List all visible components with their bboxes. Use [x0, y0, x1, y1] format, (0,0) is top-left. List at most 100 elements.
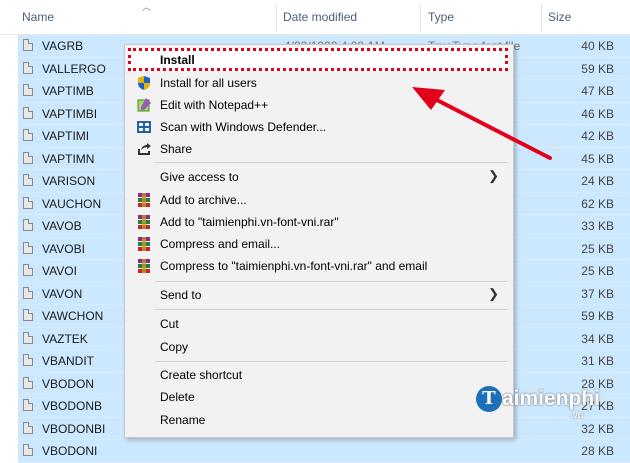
menu-item-add-to-archive[interactable]: Add to archive... [125, 189, 511, 211]
menu-item-label: Compress to "taimienphi.vn-font-vni.rar"… [160, 259, 428, 273]
menu-item-label: Share [160, 142, 193, 156]
file-size: 32 KB [581, 421, 614, 436]
annotation-arrow-icon [412, 87, 552, 160]
file-name: VAPTIMB [42, 84, 94, 98]
notepad-plus-icon [137, 98, 151, 112]
menu-item-create-shortcut[interactable]: Create shortcut [125, 364, 511, 386]
file-name: VBODONB [42, 399, 103, 413]
file-name: VBODON [42, 376, 95, 391]
winrar-icon [138, 193, 150, 207]
column-divider[interactable] [420, 4, 421, 32]
file-size: 45 KB [581, 151, 614, 166]
file-name: VAWCHON [42, 309, 104, 323]
menu-item-add-to-rar[interactable]: Add to "taimienphi.vn-font-vni.rar" [125, 211, 511, 233]
font-file-icon [23, 444, 33, 456]
column-divider[interactable] [541, 4, 542, 32]
file-size: 37 KB [581, 286, 614, 301]
chevron-right-icon: ❯ [488, 286, 499, 301]
watermark-logo-icon: T [476, 386, 502, 412]
uac-shield-icon [138, 76, 150, 90]
file-name: VAVOB [42, 219, 82, 233]
menu-separator [155, 281, 507, 282]
menu-item-label: Copy [160, 340, 189, 354]
column-header: ︿ Name Date modified Type Size [0, 0, 630, 35]
share-icon [138, 143, 151, 155]
sort-ascending-icon[interactable]: ︿ [142, 0, 151, 13]
menu-item-compress-email[interactable]: Compress and email... [125, 233, 511, 255]
menu-item-delete[interactable]: Delete [125, 386, 511, 408]
font-file-icon [23, 84, 33, 96]
menu-item-rename[interactable]: Rename [125, 409, 511, 431]
menu-item-cut[interactable]: Cut [125, 313, 511, 335]
file-size: 47 KB [581, 84, 614, 98]
file-size: 25 KB [581, 264, 614, 278]
font-file-icon [23, 309, 33, 321]
menu-item-give-access[interactable]: Give access to ❯ [125, 166, 511, 188]
file-name: VAUCHON [42, 196, 102, 211]
file-size: 46 KB [581, 106, 614, 121]
file-name: VBODONBI [42, 421, 106, 436]
menu-item-label: Install for all users [160, 76, 257, 90]
file-size: 42 KB [581, 129, 614, 143]
chevron-right-icon: ❯ [488, 168, 499, 183]
menu-item-send-to[interactable]: Send to ❯ [125, 284, 511, 306]
menu-separator [155, 309, 507, 310]
font-file-icon [23, 241, 33, 254]
column-type[interactable]: Type [428, 10, 454, 24]
file-size: 33 KB [581, 219, 614, 233]
winrar-icon [138, 259, 150, 273]
file-size: 24 KB [581, 174, 614, 188]
menu-item-compress-rar-email[interactable]: Compress to "taimienphi.vn-font-vni.rar"… [125, 255, 511, 277]
menu-item-label: Install [160, 53, 195, 67]
font-file-icon [23, 174, 33, 186]
file-name: VBODONI [42, 444, 98, 458]
menu-item-label: Add to archive... [160, 193, 247, 207]
font-file-icon [23, 219, 33, 231]
file-name: VAVOBI [42, 241, 85, 256]
menu-item-label: Send to [160, 288, 202, 302]
menu-item-label: Scan with Windows Defender... [160, 120, 327, 134]
menu-item-label: Rename [160, 413, 206, 427]
file-name: VAPTIMBI [42, 106, 98, 121]
file-name: VALLERGO [42, 61, 106, 76]
font-file-icon [23, 129, 33, 141]
file-size: 40 KB [581, 39, 614, 53]
column-divider[interactable] [276, 4, 277, 32]
file-name: VAZTEK [42, 331, 88, 346]
menu-separator [155, 361, 507, 362]
winrar-icon [138, 237, 150, 251]
file-name: VBANDIT [42, 354, 95, 368]
font-file-icon [23, 61, 33, 74]
font-file-icon [23, 264, 33, 276]
menu-item-label: Delete [160, 390, 195, 404]
menu-item-label: Edit with Notepad++ [160, 98, 269, 112]
font-file-icon [23, 286, 33, 299]
font-file-icon [23, 421, 33, 434]
file-name: VAVOI [42, 264, 77, 278]
column-size[interactable]: Size [548, 10, 571, 24]
font-file-icon [23, 376, 33, 389]
file-size: 59 KB [581, 309, 614, 323]
menu-item-label: Cut [160, 317, 179, 331]
file-name: VAGRB [42, 39, 84, 53]
file-size: 28 KB [581, 444, 614, 458]
file-size: 59 KB [581, 61, 614, 76]
menu-item-install[interactable]: Install [125, 49, 511, 71]
file-name: VARISON [42, 174, 96, 188]
column-date-modified[interactable]: Date modified [283, 10, 357, 24]
menu-item-copy[interactable]: Copy [125, 336, 511, 358]
file-size: 62 KB [581, 196, 614, 211]
file-name: VAVON [42, 286, 83, 301]
file-size: 25 KB [581, 241, 614, 256]
defender-icon [137, 121, 151, 133]
file-name: VAPTIMN [42, 151, 95, 166]
winrar-icon [138, 215, 150, 229]
menu-separator [155, 162, 507, 163]
file-size: 34 KB [581, 331, 614, 346]
font-file-icon [23, 354, 33, 366]
column-name[interactable]: Name [22, 10, 54, 24]
watermark-suffix: .vn [570, 410, 584, 421]
file-row[interactable]: VBODONI 28 KB [18, 440, 630, 463]
font-file-icon [23, 106, 33, 119]
font-file-icon [23, 399, 33, 411]
